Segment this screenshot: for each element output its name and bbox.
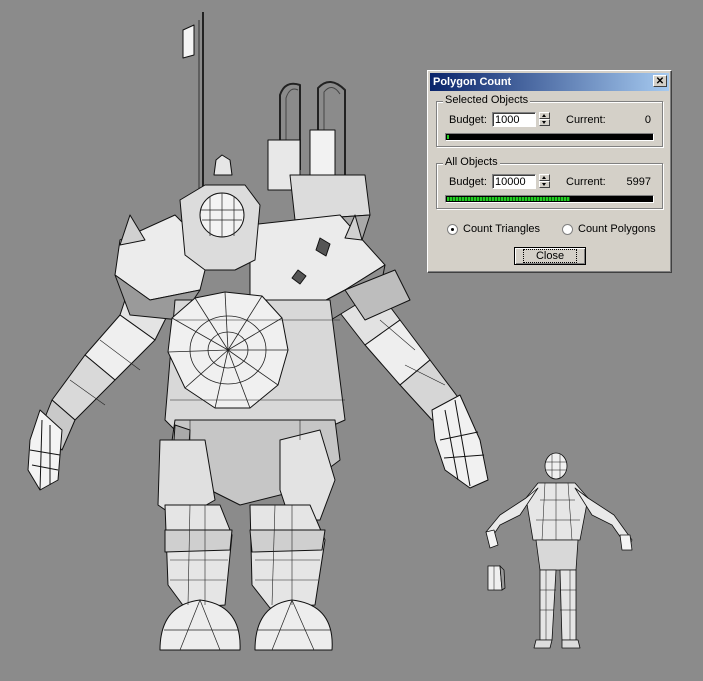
all-meter-fill	[447, 197, 570, 201]
count-triangles-radio[interactable]	[447, 224, 458, 235]
selected-budget-meter	[445, 133, 654, 141]
all-objects-group: All Objects Budget: 10000 Current: 5997	[436, 156, 663, 209]
count-triangles-label[interactable]: Count Triangles	[463, 223, 540, 235]
close-button[interactable]: Close	[514, 247, 586, 265]
dialog-title: Polygon Count	[433, 76, 512, 88]
all-budget-meter	[445, 195, 654, 203]
all-objects-label: All Objects	[443, 156, 500, 168]
close-icon[interactable]: ✕	[653, 75, 667, 87]
selected-meter-fill	[447, 135, 449, 139]
all-budget-label: Budget:	[449, 176, 487, 188]
selected-current-label: Current:	[566, 114, 606, 126]
count-polygons-radio[interactable]	[562, 224, 573, 235]
spinner-down-icon[interactable]	[539, 119, 550, 126]
dialog-titlebar[interactable]: Polygon Count ✕	[430, 73, 669, 91]
spinner-up-icon[interactable]	[539, 174, 550, 181]
polygon-count-dialog: Polygon Count ✕ Selected Objects Budget:…	[427, 70, 672, 273]
small-prop-model[interactable]	[487, 564, 506, 591]
spinner-up-icon[interactable]	[539, 112, 550, 119]
all-budget-spinner[interactable]	[539, 174, 550, 189]
all-budget-input[interactable]: 10000	[492, 174, 536, 189]
spinner-down-icon[interactable]	[539, 181, 550, 188]
selected-budget-spinner[interactable]	[539, 112, 550, 127]
small-humanoid-model[interactable]	[485, 452, 633, 649]
selected-objects-group: Selected Objects Budget: 1000 Current: 0	[436, 94, 663, 147]
armored-robot-model[interactable]	[27, 12, 489, 651]
selected-current-value: 0	[644, 114, 651, 126]
selected-budget-label: Budget:	[449, 114, 487, 126]
count-polygons-label[interactable]: Count Polygons	[578, 223, 656, 235]
all-current-value: 5997	[626, 176, 651, 188]
selected-budget-input[interactable]: 1000	[492, 112, 536, 127]
all-current-label: Current:	[566, 176, 606, 188]
selected-objects-label: Selected Objects	[443, 94, 531, 106]
close-button-label: Close	[522, 249, 578, 263]
